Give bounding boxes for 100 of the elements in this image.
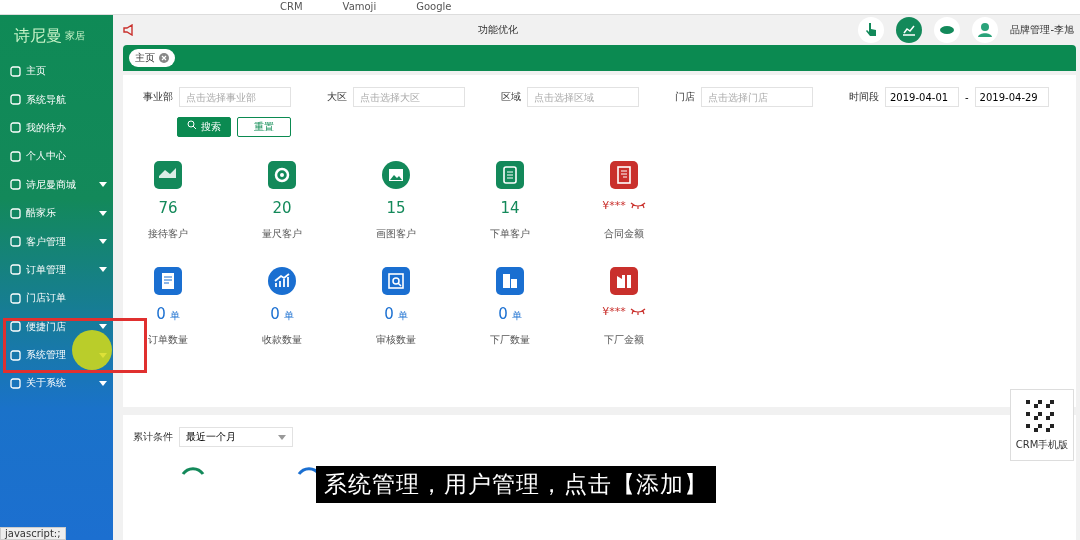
stat-value: 20 xyxy=(272,199,292,217)
stat-value: 76 xyxy=(158,199,178,217)
sidebar-item[interactable]: 酷家乐 xyxy=(0,198,113,228)
stat-label: 收款数量 xyxy=(262,333,302,347)
select-field[interactable]: 点击选择区域 xyxy=(527,87,639,107)
sidebar-item-label: 个人中心 xyxy=(26,149,67,164)
menu-item-icon xyxy=(10,264,21,276)
stat-unit: 单 xyxy=(397,309,408,323)
sidebar-item[interactable]: 门店订单 xyxy=(0,284,113,313)
sidebar-item-label: 门店订单 xyxy=(26,291,67,306)
stat-label: 下厂数量 xyxy=(490,333,530,347)
stat-value: 0 xyxy=(270,305,280,323)
bookmark-link[interactable]: CRM xyxy=(280,0,303,14)
caret-icon xyxy=(99,210,107,216)
sidebar-item-label: 客户管理 xyxy=(26,234,67,249)
sidebar-item-label: 订单管理 xyxy=(26,262,67,277)
stat-value: 0 xyxy=(498,305,508,323)
bookmark-link[interactable]: Vamoji xyxy=(342,0,377,14)
stat-label: 画图客户 xyxy=(376,227,416,241)
date-field[interactable]: 2019-04-01 xyxy=(885,87,959,107)
menu-item-icon xyxy=(10,292,21,304)
menu-item-icon xyxy=(10,65,21,77)
sidebar-item[interactable]: 个人中心 xyxy=(0,142,113,171)
stat-unit: 单 xyxy=(169,309,180,323)
sidebar-item[interactable]: 诗尼曼商城 xyxy=(0,170,113,199)
stat-unit: 单 xyxy=(511,309,522,323)
stat-value: 14 xyxy=(500,199,520,217)
chart-icon xyxy=(896,17,923,43)
sidebar-item-label: 诗尼曼商城 xyxy=(26,177,77,192)
notice-text: 功能优化 xyxy=(476,23,519,37)
select-field[interactable]: 点击选择大区 xyxy=(353,87,465,107)
masked-amount: ¥*** xyxy=(602,305,626,318)
filter-label: 大区 xyxy=(327,90,347,104)
stat-label: 量尺客户 xyxy=(262,227,302,241)
menu-item-icon xyxy=(10,150,21,162)
search-icon xyxy=(187,120,198,130)
caret-icon xyxy=(99,182,107,188)
sidebar-item[interactable]: 我的待办 xyxy=(0,113,113,143)
search-button[interactable]: 搜索 xyxy=(177,117,231,137)
sidebar-item-label: 系统导航 xyxy=(26,92,67,107)
filter-label: 时间段 xyxy=(849,90,879,104)
select-field[interactable]: 点击选择事业部 xyxy=(179,87,291,107)
stat-label: 下厂金额 xyxy=(604,333,644,347)
sidebar-item-label: 酷家乐 xyxy=(26,206,57,221)
stat-label: 接待客户 xyxy=(148,227,188,241)
caret-icon xyxy=(99,239,107,245)
menu-item-icon xyxy=(10,349,21,361)
chat-icon xyxy=(934,17,961,43)
date-field[interactable]: 2019-04-29 xyxy=(974,87,1049,107)
stat-label: 下单客户 xyxy=(490,227,530,241)
subtitle-caption: 系统管理，用户管理，点击【添加】 xyxy=(316,466,716,503)
stat-value: 0 xyxy=(156,305,166,323)
caret-icon xyxy=(99,267,107,273)
bookmark-link[interactable]: Google xyxy=(416,0,452,14)
sidebar-item[interactable]: 主页 xyxy=(0,57,113,86)
caret-icon xyxy=(278,434,286,440)
pointer-hand-icon xyxy=(858,17,885,43)
filter-label: 事业部 xyxy=(143,90,173,104)
stat-value: 15 xyxy=(386,199,406,217)
sidebar-item[interactable]: 关于系统 xyxy=(0,369,113,398)
sidebar-item[interactable]: 便捷门店 xyxy=(0,312,113,341)
masked-amount: ¥*** xyxy=(602,199,626,212)
close-icon xyxy=(159,53,169,63)
tab[interactable]: 主页 xyxy=(129,49,175,67)
qr-caption: CRM手机版 xyxy=(1015,438,1069,452)
closed-eye-icon xyxy=(629,307,646,315)
sidebar-item[interactable]: 订单管理 xyxy=(0,255,113,285)
filter-label: 累计条件 xyxy=(133,430,173,444)
period-dropdown[interactable]: 最近一个月 xyxy=(179,427,293,447)
menu-item-icon xyxy=(10,207,21,219)
stat-label: 合同金额 xyxy=(604,227,644,241)
stat-label: 订单数量 xyxy=(148,333,188,347)
sidebar-item-label: 主页 xyxy=(26,64,47,79)
sidebar-item-label: 系统管理 xyxy=(26,348,67,363)
menu-item-icon xyxy=(10,378,21,389)
stat-label: 审核数量 xyxy=(376,333,416,347)
menu-item-icon xyxy=(10,236,21,248)
menu-item-icon xyxy=(10,179,21,191)
user-name[interactable]: 品牌管理-李旭 xyxy=(1010,23,1074,37)
closed-eye-icon xyxy=(629,201,646,209)
brand-logo-text: 诗尼曼 xyxy=(14,25,62,47)
sidebar-item-label: 便捷门店 xyxy=(26,319,67,334)
caret-icon xyxy=(99,381,107,386)
brand-logo-subtext: 家居 xyxy=(65,29,85,43)
status-url: javascript:; xyxy=(0,527,66,540)
stat-value: 0 xyxy=(384,305,394,323)
sidebar-item[interactable]: 系统导航 xyxy=(0,85,113,114)
menu-item-icon xyxy=(10,94,21,106)
menu-item-icon xyxy=(10,321,21,333)
filter-label: 区域 xyxy=(501,90,521,104)
sidebar-item[interactable]: 客户管理 xyxy=(0,227,113,256)
stat-unit: 单 xyxy=(283,309,294,323)
user-avatar-icon xyxy=(972,17,999,43)
select-field[interactable]: 点击选择门店 xyxy=(701,87,813,107)
date-separator: - xyxy=(965,91,969,103)
filter-label: 门店 xyxy=(675,90,695,104)
sidebar-item-label: 关于系统 xyxy=(26,376,67,391)
reset-button[interactable]: 重置 xyxy=(237,117,291,137)
sidebar-item-label: 我的待办 xyxy=(26,120,67,135)
menu-item-icon xyxy=(10,122,21,134)
